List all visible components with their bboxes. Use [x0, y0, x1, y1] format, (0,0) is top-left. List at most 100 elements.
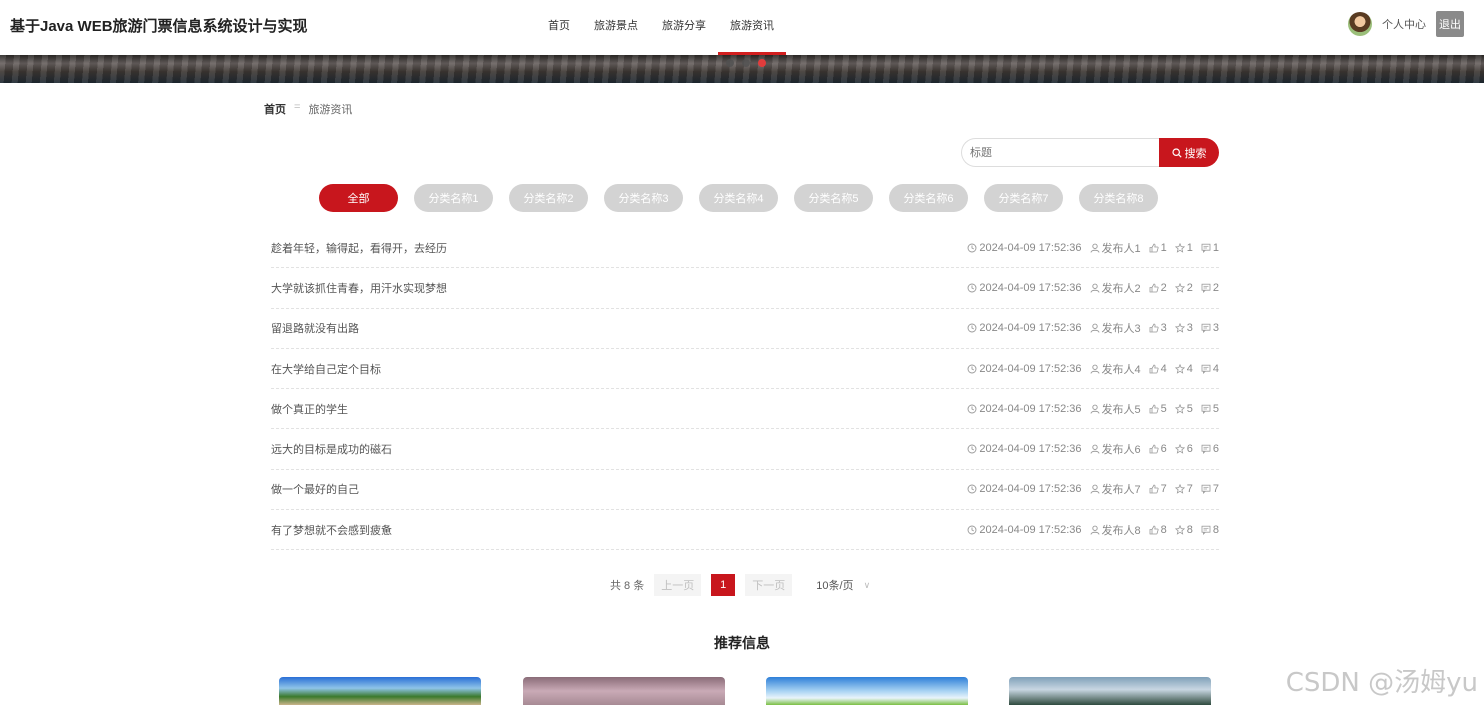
news-likes: 8 — [1149, 524, 1167, 536]
recommend-card-image[interactable] — [523, 677, 725, 705]
user-icon — [1090, 444, 1099, 454]
top-header: 基于Java WEB旅游门票信息系统设计与实现 首页 旅游景点 旅游分享 旅游资… — [0, 0, 1484, 55]
star-icon — [1174, 242, 1185, 253]
news-title[interactable]: 趁着年轻，输得起，看得开，去经历 — [271, 240, 447, 256]
news-favs-count: 3 — [1186, 322, 1193, 335]
news-meta: 2024-04-09 17:52:36 发布人4 4 4 4 — [967, 361, 1219, 377]
news-favs: 2 — [1174, 282, 1193, 294]
news-row[interactable]: 在大学给自己定个目标 2024-04-09 17:52:36 发布人4 4 4 … — [271, 349, 1219, 390]
news-time: 2024-04-09 17:52:36 — [967, 443, 1082, 455]
news-time-text: 2024-04-09 17:52:36 — [979, 483, 1082, 496]
category-2[interactable]: 分类名称2 — [509, 184, 588, 212]
search-button-label: 搜索 — [1184, 147, 1207, 160]
category-6[interactable]: 分类名称6 — [889, 184, 968, 212]
breadcrumb-current: 旅游资讯 — [308, 104, 353, 116]
news-comments-count: 5 — [1212, 402, 1219, 415]
news-comments-count: 8 — [1212, 523, 1219, 536]
carousel-dot[interactable] — [742, 59, 750, 67]
star-icon — [1174, 524, 1185, 535]
news-title[interactable]: 做一个最好的自己 — [271, 481, 359, 497]
nav-news[interactable]: 旅游资讯 — [718, 0, 786, 55]
recommend-card-image[interactable] — [766, 677, 968, 705]
news-time-text: 2024-04-09 17:52:36 — [979, 322, 1082, 335]
news-time-text: 2024-04-09 17:52:36 — [979, 523, 1082, 536]
next-page-button[interactable]: 下一页 — [745, 574, 793, 596]
thumbs-up-icon — [1149, 323, 1159, 333]
news-likes-count: 2 — [1160, 281, 1167, 294]
recommend-card-image[interactable] — [1009, 677, 1211, 705]
search-input[interactable] — [961, 138, 1159, 167]
news-author-text: 发布人3 — [1101, 323, 1141, 336]
news-comments: 4 — [1201, 363, 1219, 375]
news-favs: 1 — [1174, 242, 1193, 254]
category-3[interactable]: 分类名称3 — [604, 184, 683, 212]
recommend-card-image[interactable] — [279, 677, 481, 705]
comment-icon — [1201, 525, 1211, 535]
news-row[interactable]: 做一个最好的自己 2024-04-09 17:52:36 发布人7 7 7 7 — [271, 470, 1219, 511]
news-title[interactable]: 在大学给自己定个目标 — [271, 361, 381, 377]
category-7[interactable]: 分类名称7 — [984, 184, 1063, 212]
news-row[interactable]: 远大的目标是成功的磁石 2024-04-09 17:52:36 发布人6 6 6… — [271, 429, 1219, 470]
news-title[interactable]: 有了梦想就不会感到疲惫 — [271, 522, 392, 538]
news-comments: 1 — [1201, 242, 1219, 254]
nav-home[interactable]: 首页 — [536, 0, 582, 55]
prev-page-button[interactable]: 上一页 — [654, 574, 702, 596]
main-nav: 首页 旅游景点 旅游分享 旅游资讯 — [536, 0, 786, 55]
search-icon — [1171, 147, 1182, 158]
news-likes: 2 — [1149, 282, 1167, 294]
clock-icon — [967, 283, 977, 293]
news-favs-count: 4 — [1186, 362, 1193, 375]
category-5[interactable]: 分类名称5 — [794, 184, 873, 212]
news-time: 2024-04-09 17:52:36 — [967, 322, 1082, 335]
news-meta: 2024-04-09 17:52:36 发布人2 2 2 2 — [967, 280, 1219, 296]
news-title[interactable]: 留退路就没有出路 — [271, 320, 359, 336]
category-1[interactable]: 分类名称1 — [414, 184, 493, 212]
user-area: 个人中心 退出 — [1348, 11, 1464, 37]
breadcrumb: 首页 = 旅游资讯 — [264, 101, 352, 117]
nav-sharing[interactable]: 旅游分享 — [650, 0, 718, 55]
news-title[interactable]: 远大的目标是成功的磁石 — [271, 441, 392, 457]
logout-button[interactable]: 退出 — [1436, 11, 1464, 37]
news-author-text: 发布人8 — [1101, 524, 1141, 537]
news-author: 发布人1 — [1090, 240, 1141, 256]
news-author: 发布人7 — [1090, 481, 1141, 497]
carousel-dot-active[interactable] — [758, 59, 766, 67]
category-4[interactable]: 分类名称4 — [699, 184, 778, 212]
news-likes: 6 — [1149, 443, 1167, 455]
nav-attractions[interactable]: 旅游景点 — [582, 0, 650, 55]
news-title[interactable]: 大学就该抓住青春，用汗水实现梦想 — [271, 280, 447, 296]
clock-icon — [967, 444, 977, 454]
news-title[interactable]: 做个真正的学生 — [271, 401, 348, 417]
news-author: 发布人6 — [1090, 441, 1141, 457]
page-number-current[interactable]: 1 — [711, 574, 736, 596]
star-icon — [1174, 323, 1185, 334]
user-icon — [1090, 323, 1099, 333]
news-favs: 6 — [1174, 443, 1193, 455]
search-bar: 搜索 — [961, 138, 1219, 167]
breadcrumb-separator: = — [294, 101, 301, 113]
news-favs: 7 — [1174, 483, 1193, 495]
carousel-dot[interactable] — [726, 59, 734, 67]
breadcrumb-home[interactable]: 首页 — [264, 101, 286, 117]
news-row[interactable]: 趁着年轻，输得起，看得开，去经历 2024-04-09 17:52:36 发布人… — [271, 228, 1219, 269]
news-row[interactable]: 留退路就没有出路 2024-04-09 17:52:36 发布人3 3 3 3 — [271, 309, 1219, 349]
page-size-select[interactable]: 10条/页 ∨ — [812, 574, 874, 596]
star-icon — [1174, 403, 1185, 414]
avatar[interactable] — [1348, 12, 1372, 36]
category-8[interactable]: 分类名称8 — [1079, 184, 1158, 212]
news-time-text: 2024-04-09 17:52:36 — [979, 362, 1082, 375]
news-row[interactable]: 有了梦想就不会感到疲惫 2024-04-09 17:52:36 发布人8 8 8… — [271, 510, 1219, 551]
news-row[interactable]: 大学就该抓住青春，用汗水实现梦想 2024-04-09 17:52:36 发布人… — [271, 268, 1219, 309]
news-time: 2024-04-09 17:52:36 — [967, 483, 1082, 496]
category-all[interactable]: 全部 — [319, 184, 398, 212]
user-center-link[interactable]: 个人中心 — [1382, 16, 1426, 32]
news-author: 发布人8 — [1090, 522, 1141, 538]
news-likes: 1 — [1149, 242, 1167, 254]
star-icon — [1174, 282, 1185, 293]
news-comments-count: 4 — [1212, 362, 1219, 375]
search-button[interactable]: 搜索 — [1159, 138, 1219, 167]
chevron-down-icon: ∨ — [863, 579, 871, 590]
news-row[interactable]: 做个真正的学生 2024-04-09 17:52:36 发布人5 5 5 5 — [271, 389, 1219, 430]
category-filter: 全部 分类名称1 分类名称2 分类名称3 分类名称4 分类名称5 分类名称6 分… — [319, 184, 1158, 212]
clock-icon — [967, 243, 977, 253]
